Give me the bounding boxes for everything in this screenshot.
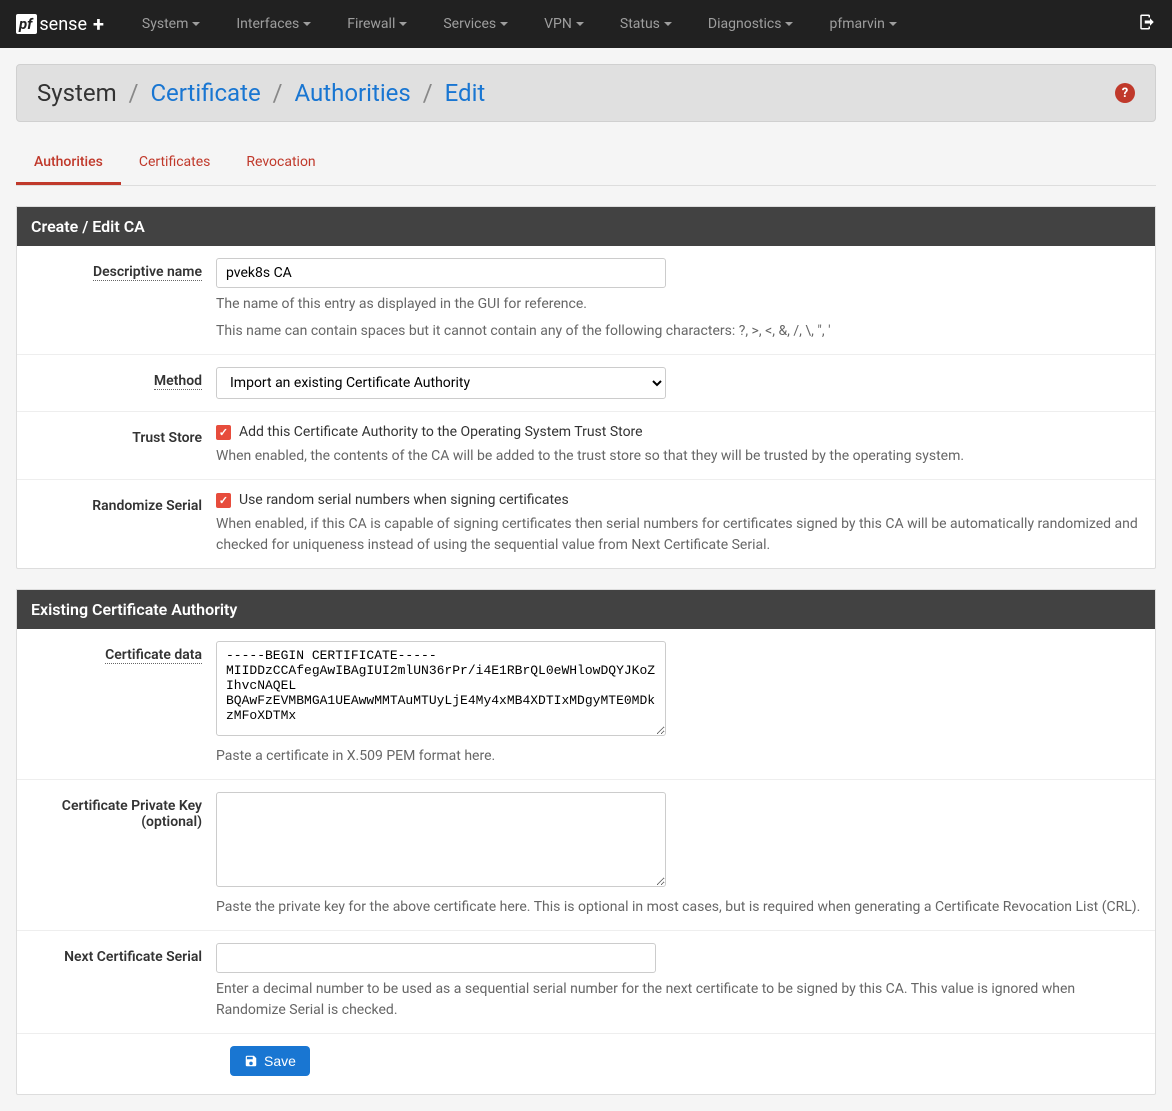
chevron-down-icon bbox=[500, 22, 508, 26]
randomize-serial-checkbox[interactable]: ✓ bbox=[216, 493, 231, 508]
breadcrumb-panel: System / Certificate / Authorities / Edi… bbox=[16, 64, 1156, 122]
method-select[interactable]: Import an existing Certificate Authority bbox=[216, 367, 666, 399]
nav-item-user[interactable]: pfmarvin bbox=[811, 2, 914, 46]
label-private-key: Certificate Private Key (optional) bbox=[31, 792, 216, 918]
help-key: Paste the private key for the above cert… bbox=[216, 897, 1141, 918]
nav-item-services[interactable]: Services bbox=[425, 2, 526, 46]
tab-revocation[interactable]: Revocation bbox=[228, 142, 333, 185]
nav-item-vpn[interactable]: VPN bbox=[526, 2, 602, 46]
tab-certificates[interactable]: Certificates bbox=[121, 142, 229, 185]
top-navbar: pf sense + System Interfaces Firewall Se… bbox=[0, 0, 1172, 48]
chevron-down-icon bbox=[664, 22, 672, 26]
nav-item-system[interactable]: System bbox=[124, 2, 218, 46]
help-trust: When enabled, the contents of the CA wil… bbox=[216, 446, 1141, 467]
randomize-serial-check-label: Use random serial numbers when signing c… bbox=[239, 492, 569, 508]
label-method: Method bbox=[31, 367, 216, 399]
tab-authorities[interactable]: Authorities bbox=[16, 142, 121, 185]
panel-existing-ca: Existing Certificate Authority Certifica… bbox=[16, 589, 1156, 1095]
save-icon bbox=[244, 1054, 258, 1068]
certificate-data-textarea[interactable]: -----BEGIN CERTIFICATE----- MIIDDzCCAfeg… bbox=[216, 641, 666, 736]
next-serial-input[interactable] bbox=[216, 943, 656, 973]
label-trust-store: Trust Store bbox=[31, 424, 216, 467]
nav-items: System Interfaces Firewall Services VPN … bbox=[124, 2, 1138, 46]
help-cert: Paste a certificate in X.509 PEM format … bbox=[216, 746, 1141, 767]
nav-item-interfaces[interactable]: Interfaces bbox=[218, 2, 329, 46]
breadcrumb: System / Certificate / Authorities / Edi… bbox=[37, 79, 485, 107]
label-randomize-serial: Randomize Serial bbox=[31, 492, 216, 556]
logo-prefix: pf bbox=[16, 14, 37, 34]
help-desc2: This name can contain spaces but it cann… bbox=[216, 321, 1141, 342]
breadcrumb-edit[interactable]: Edit bbox=[445, 79, 486, 107]
breadcrumb-root: System bbox=[37, 79, 117, 107]
label-next-serial: Next Certificate Serial bbox=[31, 943, 216, 1021]
logout-icon[interactable] bbox=[1138, 13, 1156, 35]
breadcrumb-certificate[interactable]: Certificate bbox=[150, 79, 260, 107]
panel-create-edit-ca: Create / Edit CA Descriptive name The na… bbox=[16, 206, 1156, 569]
logo-suffix: + bbox=[93, 12, 104, 36]
save-button-label: Save bbox=[264, 1053, 296, 1069]
help-rand: When enabled, if this CA is capable of s… bbox=[216, 514, 1141, 556]
label-descriptive-name: Descriptive name bbox=[31, 258, 216, 342]
descriptive-name-input[interactable] bbox=[216, 258, 666, 288]
tabs: Authorities Certificates Revocation bbox=[16, 142, 1156, 186]
chevron-down-icon bbox=[889, 22, 897, 26]
chevron-down-icon bbox=[576, 22, 584, 26]
nav-item-diagnostics[interactable]: Diagnostics bbox=[690, 2, 812, 46]
help-desc1: The name of this entry as displayed in t… bbox=[216, 294, 1141, 315]
panel-header: Create / Edit CA bbox=[17, 207, 1155, 246]
logo-main: sense bbox=[39, 14, 87, 35]
panel-header-existing: Existing Certificate Authority bbox=[17, 590, 1155, 629]
save-button[interactable]: Save bbox=[230, 1046, 310, 1076]
logo[interactable]: pf sense + bbox=[16, 12, 104, 36]
trust-store-check-label: Add this Certificate Authority to the Op… bbox=[239, 424, 643, 440]
nav-item-status[interactable]: Status bbox=[602, 2, 690, 46]
chevron-down-icon bbox=[303, 22, 311, 26]
chevron-down-icon bbox=[192, 22, 200, 26]
private-key-textarea[interactable] bbox=[216, 792, 666, 887]
help-icon[interactable]: ? bbox=[1115, 83, 1135, 103]
chevron-down-icon bbox=[399, 22, 407, 26]
breadcrumb-authorities[interactable]: Authorities bbox=[295, 79, 411, 107]
trust-store-checkbox[interactable]: ✓ bbox=[216, 425, 231, 440]
button-row: Save bbox=[17, 1034, 1155, 1094]
nav-item-firewall[interactable]: Firewall bbox=[329, 2, 425, 46]
chevron-down-icon bbox=[785, 22, 793, 26]
help-serial: Enter a decimal number to be used as a s… bbox=[216, 979, 1141, 1021]
label-certificate-data: Certificate data bbox=[31, 641, 216, 767]
